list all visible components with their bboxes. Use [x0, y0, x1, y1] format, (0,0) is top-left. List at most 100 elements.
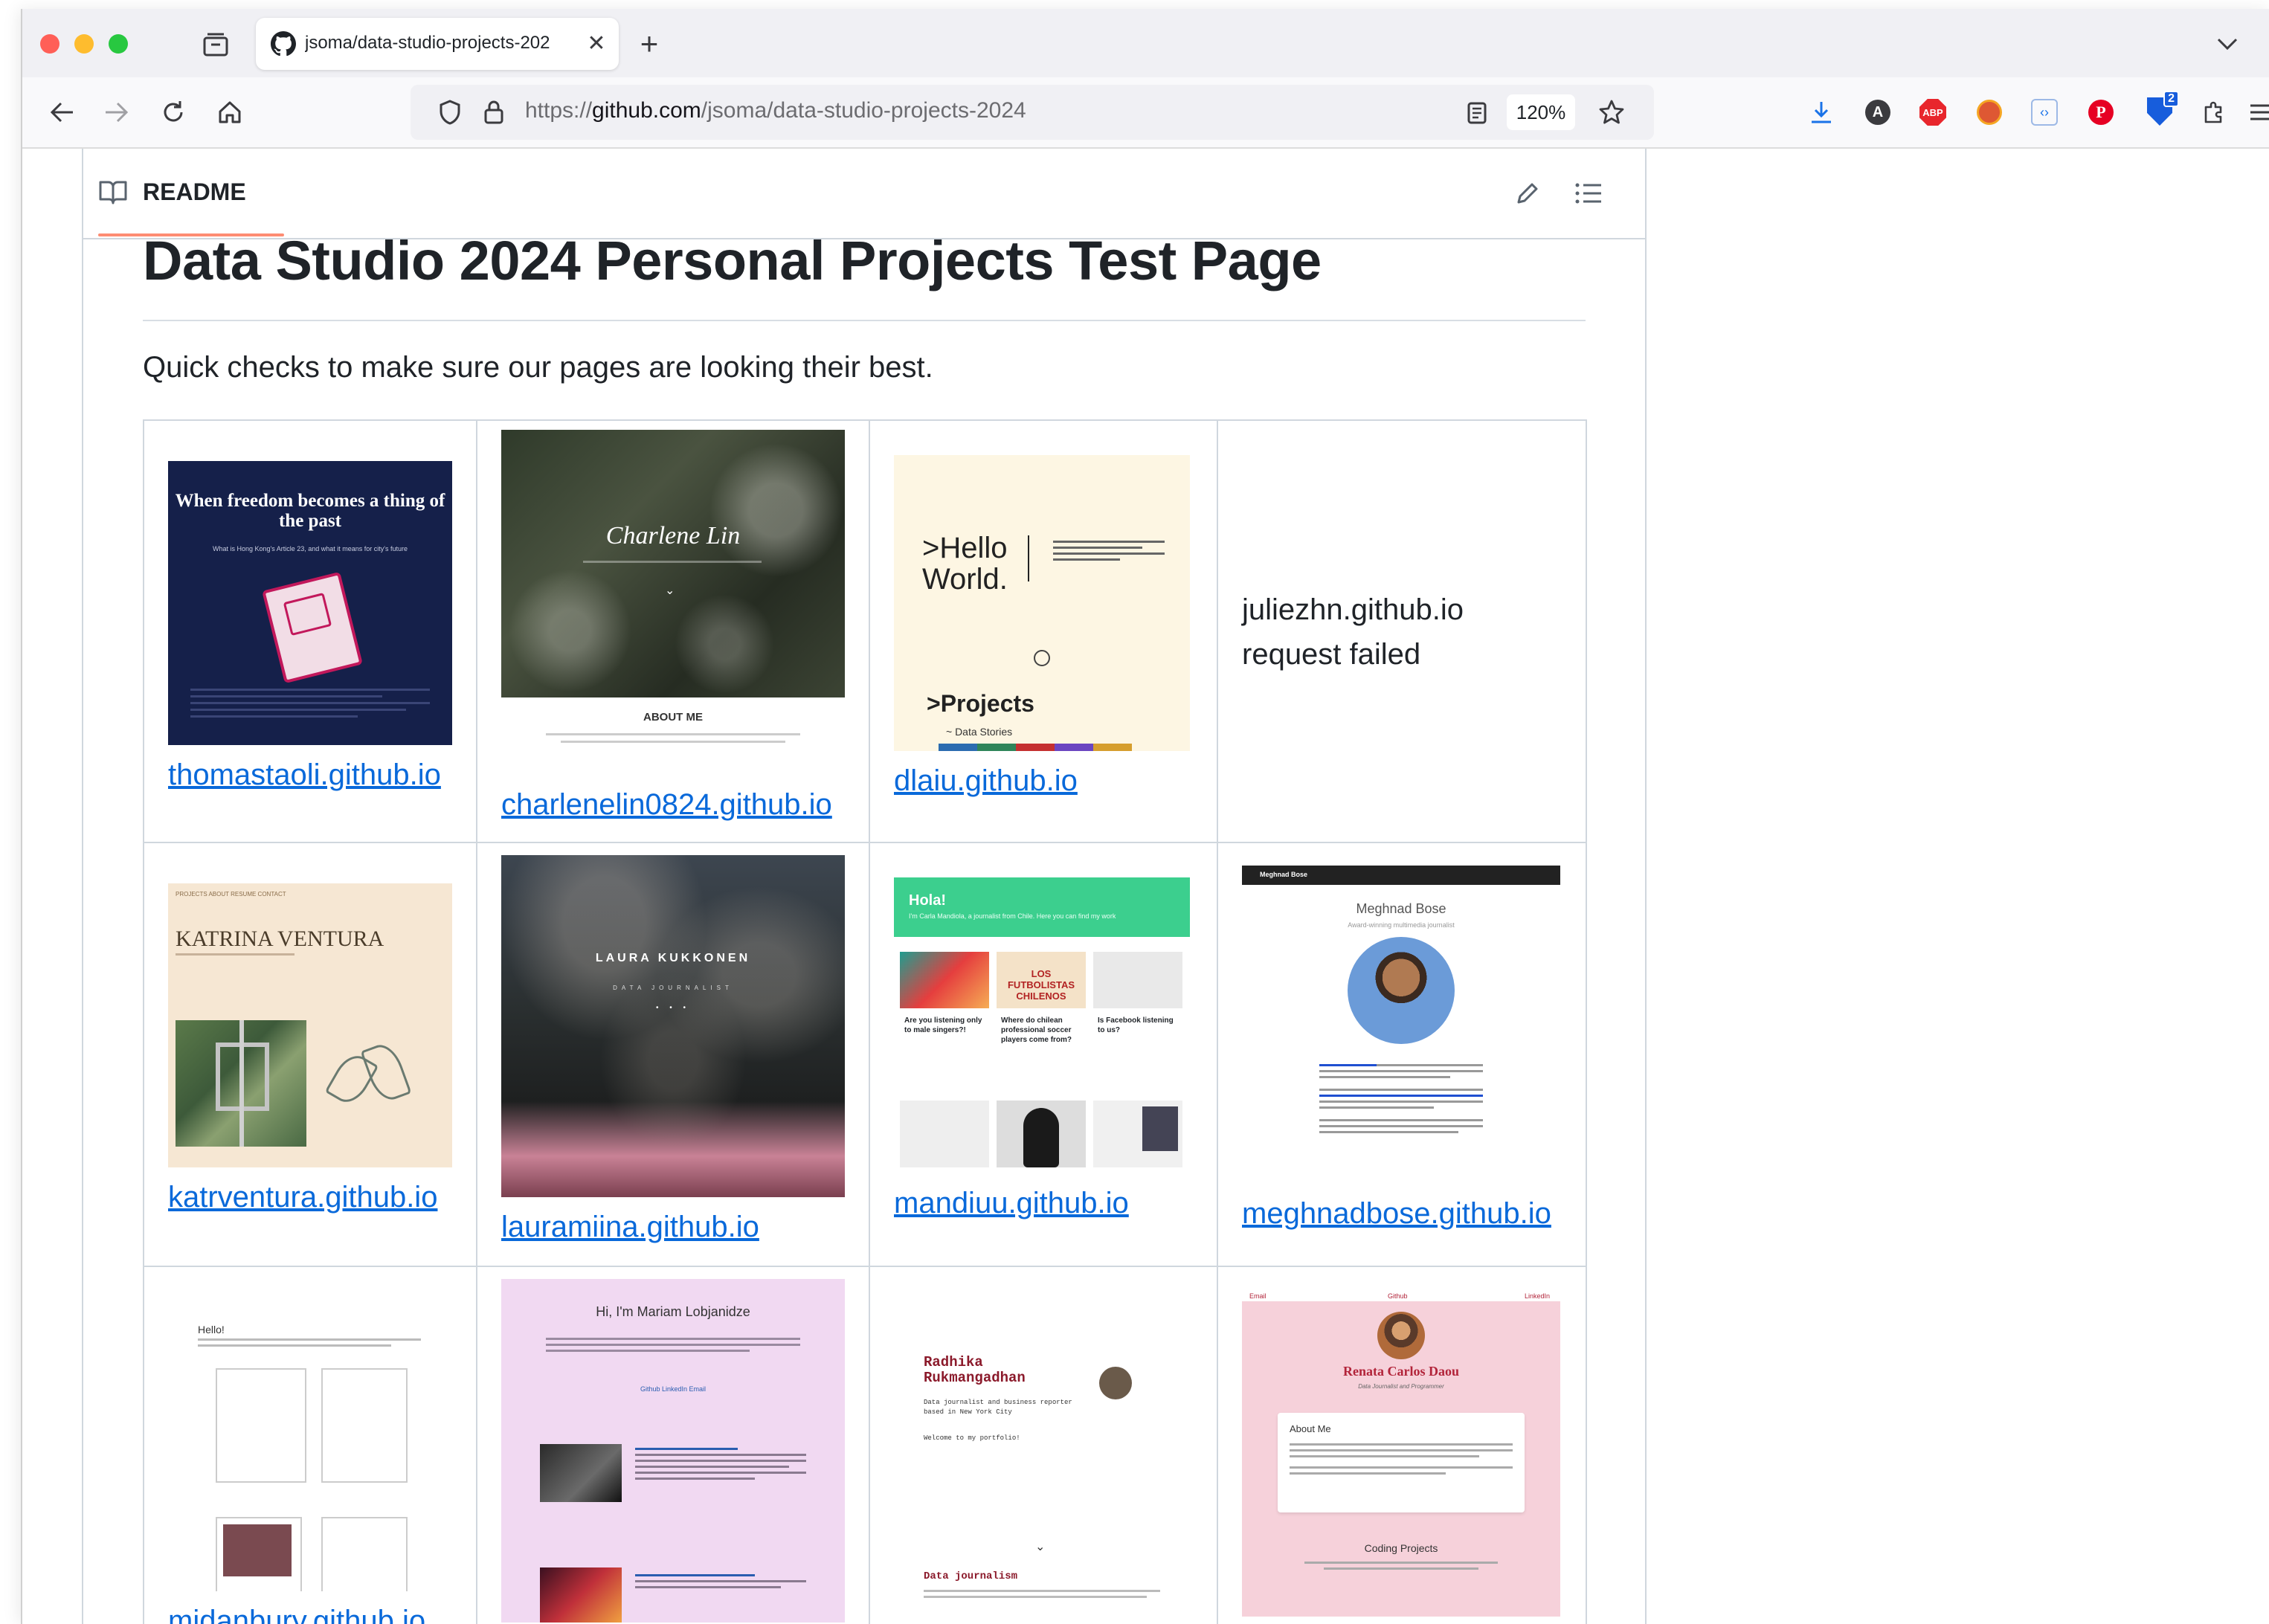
page-title: Data Studio 2024 Personal Projects Test …	[143, 230, 1322, 291]
lock-icon[interactable]	[480, 98, 507, 126]
outline-list-icon[interactable]	[1571, 175, 1606, 211]
project-link[interactable]: lauramiina.github.io	[501, 1211, 759, 1244]
github-favicon-icon	[269, 30, 297, 58]
thumb-nav-linkedin: LinkedIn	[1525, 1292, 1551, 1300]
forward-arrow-icon[interactable]	[97, 92, 137, 132]
list-all-tabs-chevron-down-icon[interactable]	[2209, 25, 2246, 62]
thumbnail-charlene-about: ABOUT ME	[501, 697, 845, 757]
reader-view-icon[interactable]	[1462, 98, 1492, 128]
thumbnail-renata[interactable]: Email Github LinkedIn Renata Carlos Daou…	[1242, 1289, 1560, 1617]
bitwarden-shield-icon[interactable]: 2	[2139, 91, 2181, 132]
home-icon[interactable]	[210, 92, 250, 132]
adblock-plus-icon[interactable]: ABP	[1914, 94, 1951, 131]
thumbnail-mariam[interactable]: Hi, I'm Mariam Lobjanidze Github LinkedI…	[501, 1279, 845, 1623]
thumbnail-radhika[interactable]: Radhika Rukmangadhan Data journalist and…	[894, 1301, 1190, 1614]
thumb-coding: Coding Projects	[1364, 1542, 1438, 1554]
url-prefix: https://	[525, 98, 593, 123]
close-window-button[interactable]	[40, 34, 59, 54]
thumb-bar-name: Meghnad Bose	[1260, 871, 1308, 878]
thumb-poster: LOS FUTBOLISTAS CHILENOS	[997, 952, 1086, 1008]
url-domain: github.com	[592, 98, 701, 123]
edit-pencil-icon[interactable]	[1510, 175, 1545, 211]
thumbnail-midanbury[interactable]: Hello!	[168, 1307, 452, 1591]
table-cell: Meghnad Bose Meghnad Bose Award-winning …	[1217, 842, 1587, 1267]
extension-a-label: A	[1865, 100, 1890, 125]
thumbnail-lauramiina[interactable]: LAURA KUKKONEN DATA JOURNALIST • • •	[501, 855, 845, 1197]
thumb-hello: >Hello World.	[922, 532, 1008, 596]
tab-github-readme[interactable]: jsoma/data-studio-projects-202 ✕	[256, 18, 619, 70]
close-tab-icon[interactable]: ✕	[582, 28, 611, 58]
book-icon	[99, 181, 127, 204]
thumb-name: Renata Carlos Daou	[1343, 1364, 1459, 1379]
url-path: /jsoma/data-studio-projects-2024	[701, 98, 1026, 123]
menu-icon[interactable]	[2249, 94, 2269, 131]
thumb-role: Data Journalist and Programmer	[1358, 1383, 1444, 1390]
thumb-hola: Hola!	[909, 892, 946, 909]
thumb-headline: When freedom becomes a thing of the past	[175, 491, 445, 531]
tab-title: jsoma/data-studio-projects-202	[305, 33, 550, 53]
pinterest-icon[interactable]: P	[2082, 94, 2120, 131]
thumb-name: Meghnad Bose	[1356, 901, 1446, 916]
thumb-projects: >Projects	[927, 690, 1034, 717]
thumbnail-thomastaoli[interactable]: When freedom becomes a thing of the past…	[168, 461, 452, 745]
thumb-card-1: Are you listening only to male singers?!	[904, 1016, 982, 1034]
browser-window: jsoma/data-studio-projects-202 ✕ + https…	[21, 9, 2269, 1624]
thumb-card-3: Is Facebook listening to us?	[1098, 1016, 1174, 1034]
tracking-protection-shield-icon[interactable]	[436, 98, 464, 126]
back-arrow-icon[interactable]	[42, 92, 82, 132]
project-link[interactable]: thomastaoli.github.io	[168, 758, 441, 792]
code-extension-icon[interactable]: ‹›	[2026, 94, 2063, 131]
request-failed-message: juliezhn.github.io request failed	[1242, 587, 1464, 677]
reload-icon[interactable]	[153, 92, 193, 132]
duckduckgo-icon[interactable]	[1971, 94, 2008, 131]
new-tab-icon[interactable]: +	[631, 25, 668, 62]
tab-overview-icon[interactable]	[198, 27, 234, 62]
thumbnail-meghnadbose[interactable]: Meghnad Bose Meghnad Bose Award-winning …	[1242, 866, 1560, 1184]
readme-panel: README Data Studio 2024 Personal Project…	[82, 149, 1647, 1624]
project-link[interactable]: charlenelin0824.github.io	[501, 788, 832, 822]
thumbnail-katrventura[interactable]: PROJECTS ABOUT RESUME CONTACT KATRINA VE…	[168, 883, 452, 1167]
aerial-image	[176, 1020, 306, 1147]
navigation-toolbar: https://github.com/jsoma/data-studio-pro…	[22, 77, 2269, 149]
address-bar[interactable]: https://github.com/jsoma/data-studio-pro…	[411, 85, 1654, 140]
title-divider	[143, 320, 1586, 321]
thumb-nav-github: Github	[1388, 1292, 1408, 1300]
project-link[interactable]: midanbury.github.io	[168, 1605, 425, 1624]
thumb-name: Charlene Lin	[605, 522, 741, 550]
extension-a-icon[interactable]: A	[1859, 94, 1896, 131]
project-link[interactable]: meghnadbose.github.io	[1242, 1197, 1551, 1231]
readme-tab-label: README	[143, 178, 246, 205]
zoom-level-button[interactable]: 120%	[1507, 94, 1575, 130]
maximize-window-button[interactable]	[109, 34, 128, 54]
minimize-window-button[interactable]	[74, 34, 94, 54]
extensions-puzzle-icon[interactable]	[2195, 94, 2233, 131]
lead-paragraph: Quick checks to make sure our pages are …	[143, 351, 933, 384]
book-illustration	[262, 571, 363, 684]
thumb-links: Github LinkedIn Email	[640, 1385, 707, 1393]
thumb-hello: Hello!	[198, 1324, 225, 1335]
project-link[interactable]: katrventura.github.io	[168, 1181, 437, 1214]
bookmark-star-icon[interactable]	[1596, 97, 1627, 128]
project-link[interactable]: dlaiu.github.io	[894, 764, 1078, 798]
thumbnail-charlenelin0824[interactable]: Charlene Lin ⌄	[501, 430, 845, 697]
thumb-card-2: Where do chilean professional soccer pla…	[1001, 1016, 1072, 1044]
thumb-header: Hola! I'm Carla Mandiola, a journalist f…	[894, 877, 1190, 937]
table-cell: LAURA KUKKONEN DATA JOURNALIST • • • lau…	[476, 842, 870, 1267]
thumb-about: About Me	[1290, 1423, 1331, 1434]
thumbnail-dlaiu[interactable]: >Hello World. >Projects ~ Data Stories	[894, 455, 1190, 751]
thumb-nav-email: Email	[1249, 1292, 1267, 1300]
table-cell: Hello! midanbury.github.io	[143, 1266, 477, 1624]
project-link[interactable]: mandiuu.github.io	[894, 1187, 1129, 1220]
thumb-name: Radhika Rukmangadhan	[924, 1354, 1026, 1386]
thumb-about-heading: ABOUT ME	[643, 711, 703, 724]
table-cell: Hi, I'm Mariam Lobjanidze Github LinkedI…	[476, 1266, 870, 1624]
thumb-desc: Data journalist and business reporter ba…	[924, 1399, 1072, 1416]
extension-badge-count: 2	[2163, 91, 2179, 107]
downloads-icon[interactable]	[1801, 92, 1841, 132]
readme-tab[interactable]: README	[98, 170, 246, 214]
page-content: README Data Studio 2024 Personal Project…	[22, 149, 2269, 1624]
thumbnail-mandiuu[interactable]: Hola! I'm Carla Mandiola, a journalist f…	[894, 877, 1190, 1173]
thumb-stories: ~ Data Stories	[946, 726, 1013, 738]
url-text[interactable]: https://github.com/jsoma/data-studio-pro…	[525, 98, 1026, 123]
about-card: About Me	[1278, 1413, 1525, 1512]
